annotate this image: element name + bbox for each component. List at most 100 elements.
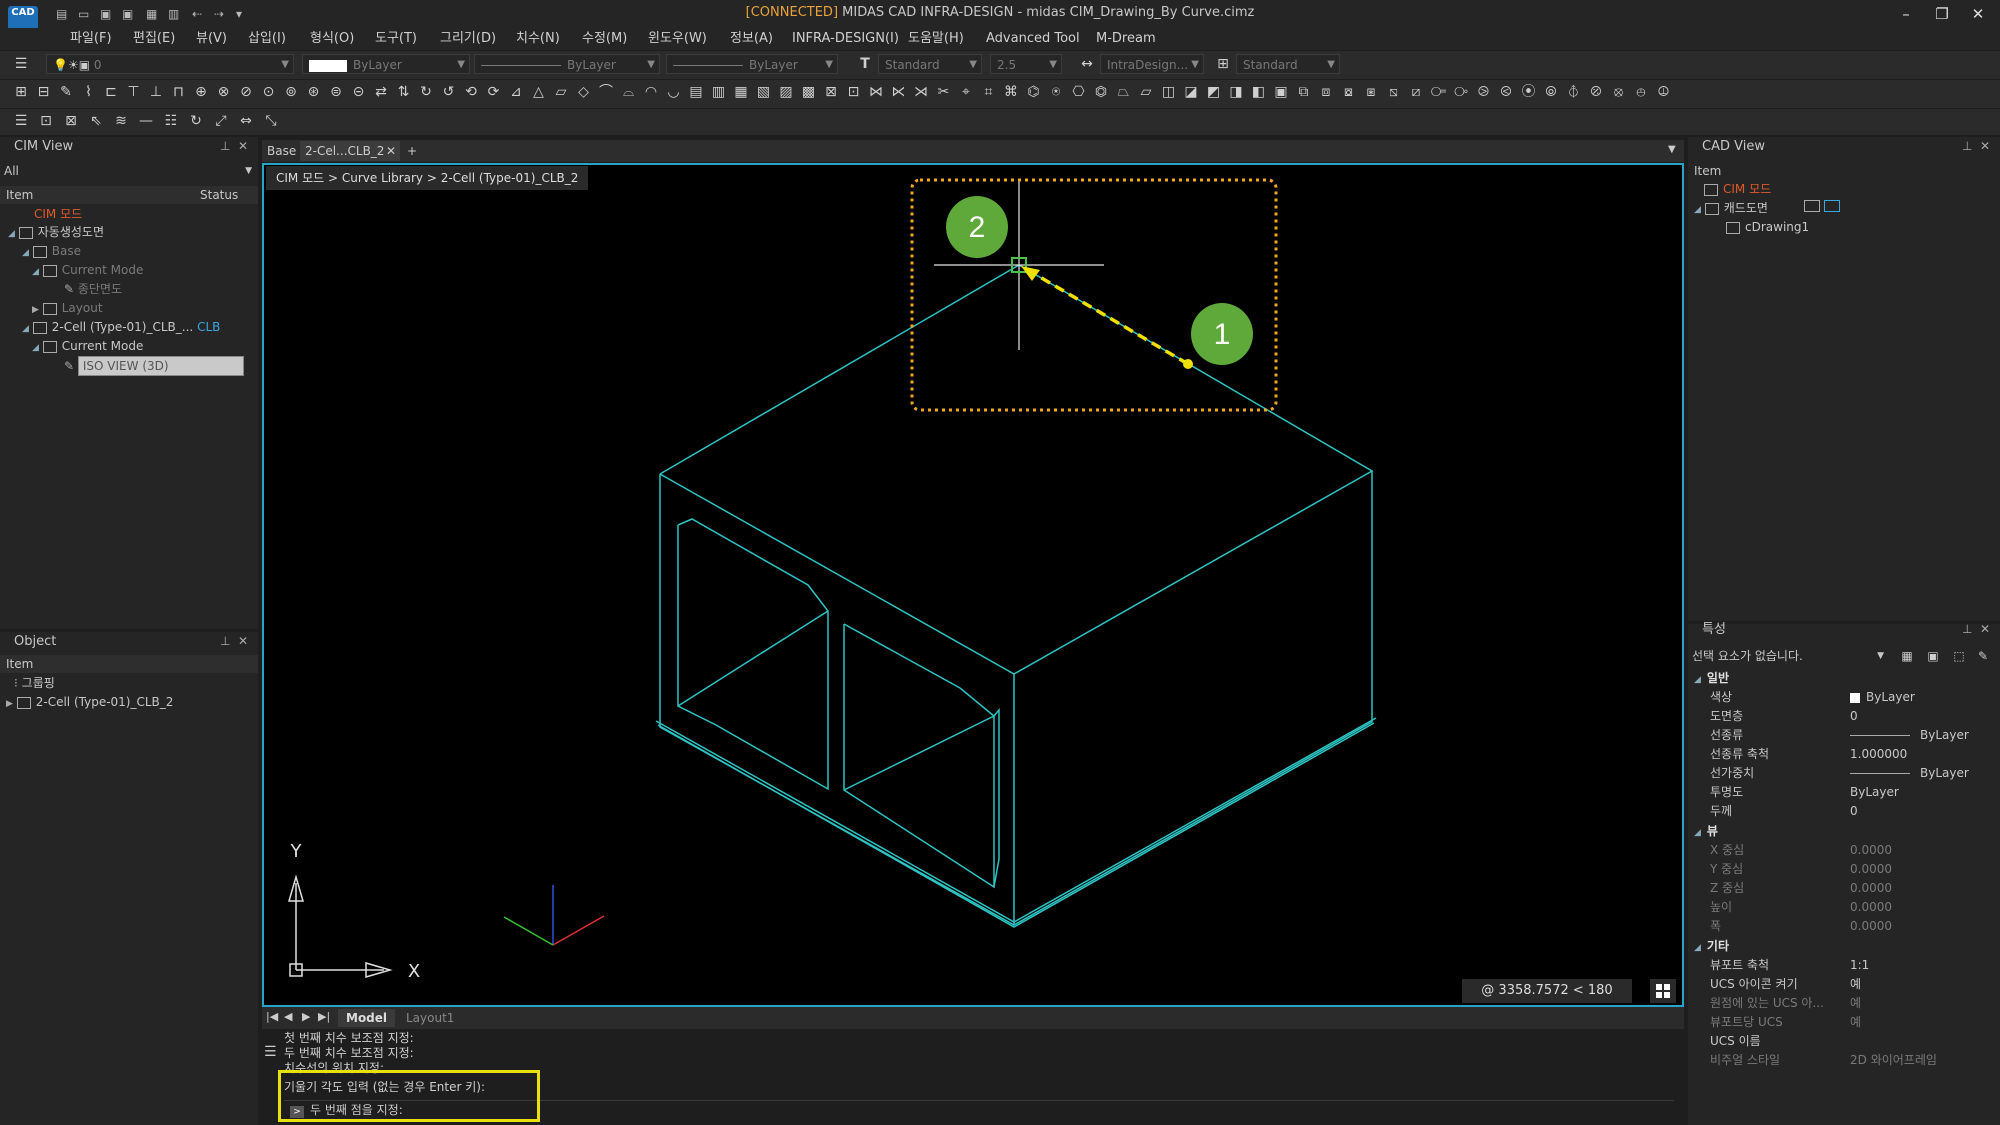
toolbar-tool-icon[interactable]: ▱ bbox=[552, 84, 570, 100]
toolbar-tool-icon[interactable]: ◨ bbox=[1227, 84, 1245, 100]
tree-node-current-mode-2[interactable]: ◢ Current Mode bbox=[32, 337, 143, 355]
property-row[interactable]: 투명도 ByLayer bbox=[1690, 783, 1996, 802]
toolbar-tool-icon[interactable]: ▩ bbox=[800, 84, 818, 100]
menu-insert[interactable]: 삽입(I) bbox=[248, 28, 286, 50]
text-height-dropdown[interactable]: 2.5 ▼ bbox=[990, 54, 1062, 74]
text-style-dropdown[interactable]: Standard ▼ bbox=[878, 54, 982, 74]
property-row[interactable]: UCS 이름 bbox=[1690, 1032, 1996, 1051]
toolbar-tool-icon[interactable]: ◩ bbox=[1205, 84, 1223, 100]
toolbar-tool-icon[interactable]: ⊡ bbox=[845, 84, 863, 100]
toolbar-tool-icon[interactable]: ▥ bbox=[710, 84, 728, 100]
menu-infra-design[interactable]: INFRA-DESIGN(I) bbox=[792, 28, 899, 50]
close-tab-icon[interactable]: ✕ bbox=[386, 141, 396, 161]
toolbar-tool-icon[interactable]: ◡ bbox=[665, 84, 683, 100]
tree-node-base[interactable]: ◢ Base bbox=[22, 242, 81, 260]
toolbar-tool-icon[interactable]: ⧁ bbox=[1475, 84, 1493, 100]
toolbar-tool-icon[interactable]: ⦻ bbox=[1610, 84, 1628, 100]
toolbar-tool-icon[interactable]: ▤ bbox=[687, 84, 705, 100]
cim-filter-dropdown[interactable]: All ▼ bbox=[4, 162, 254, 180]
toolbar-tool-icon[interactable]: ◧ bbox=[1250, 84, 1268, 100]
prev-tab-nav-icon[interactable]: ◀ bbox=[284, 1010, 292, 1023]
toolbar-tool-icon[interactable]: ⊜ bbox=[327, 84, 345, 100]
toolbar-tool-icon[interactable]: ◇ bbox=[575, 84, 593, 100]
toolbar-tool-icon[interactable]: ↺ bbox=[440, 84, 458, 100]
property-row[interactable]: 높이 0.0000 bbox=[1690, 898, 1996, 917]
viewport-layout-icon[interactable] bbox=[1650, 979, 1676, 1003]
minimize-button[interactable]: – bbox=[1892, 4, 1920, 24]
tree-node-current-mode[interactable]: ◢ Current Mode bbox=[32, 261, 143, 279]
toolbar-tool-icon[interactable]: ⦺ bbox=[1632, 84, 1650, 100]
toolbar-tool-icon[interactable]: ⇅ bbox=[395, 84, 413, 100]
toolbar-tool-icon[interactable]: ⦹ bbox=[1655, 84, 1673, 100]
tree-node-iso-view[interactable]: ✎ ISO VIEW (3D) bbox=[64, 356, 244, 376]
toolbar-tool-icon[interactable]: ⊓ bbox=[170, 84, 188, 100]
toolbar-tool-icon[interactable]: ⌓ bbox=[620, 84, 638, 100]
toolbar-tool-icon[interactable]: ⟲ bbox=[462, 84, 480, 100]
toolbar-tool-icon[interactable]: ⇄ bbox=[372, 84, 390, 100]
linetype-dropdown[interactable]: ByLayer ▼ bbox=[474, 54, 660, 74]
close-window-button[interactable]: ✕ bbox=[1964, 4, 1992, 24]
toolbar-tool-icon[interactable]: ⊤ bbox=[125, 84, 143, 100]
pin-icon[interactable]: ⊥ bbox=[1962, 622, 1972, 636]
toolbar-tool-icon[interactable]: ⋈ bbox=[867, 84, 885, 100]
property-group-header[interactable]: ◢ 뷰 bbox=[1690, 821, 1996, 841]
property-row[interactable]: UCS 아이콘 켜기 예 bbox=[1690, 975, 1996, 994]
toolbar-tool-icon[interactable]: ⍟ bbox=[1047, 84, 1065, 100]
view-tool-icon[interactable]: ⤡ bbox=[262, 113, 280, 129]
toolbar-tool-icon[interactable]: ⌒ bbox=[597, 84, 615, 100]
add-tab-button[interactable]: + bbox=[402, 141, 422, 161]
toolbar-tool-icon[interactable]: ⏥ bbox=[1137, 84, 1155, 100]
menu-window[interactable]: 윈도우(W) bbox=[648, 28, 707, 50]
toolbar-tool-icon[interactable]: ⊿ bbox=[507, 84, 525, 100]
tab-base[interactable]: Base bbox=[262, 141, 302, 161]
toolbar-tool-icon[interactable]: ⟳ bbox=[485, 84, 503, 100]
view-tool-icon[interactable]: ⊡ bbox=[37, 113, 55, 129]
menu-advanced-tool[interactable]: Advanced Tool bbox=[986, 28, 1080, 50]
toolbar-tool-icon[interactable]: ⊕ bbox=[192, 84, 210, 100]
toolbar-tool-icon[interactable]: ⏢ bbox=[1115, 84, 1133, 100]
cad-cim-mode-label[interactable]: CIM 모드 bbox=[1704, 180, 1771, 198]
property-row[interactable]: 폭 0.0000 bbox=[1690, 917, 1996, 936]
layer-manager-icon[interactable]: ☰ bbox=[12, 56, 30, 72]
toolbar-tool-icon[interactable]: △ bbox=[530, 84, 548, 100]
toolbar-tool-icon[interactable]: ⧃ bbox=[1430, 84, 1448, 100]
property-row[interactable]: 색상 ByLayer bbox=[1690, 688, 1996, 707]
toolbar-tool-icon[interactable]: ◠ bbox=[642, 84, 660, 100]
toolbar-tool-icon[interactable]: ⧀ bbox=[1497, 84, 1515, 100]
property-row[interactable]: 뷰포트 축척 1:1 bbox=[1690, 956, 1996, 975]
menu-m-dream[interactable]: M-Dream bbox=[1096, 28, 1156, 50]
menu-modify[interactable]: 수정(M) bbox=[582, 28, 627, 50]
menu-dimension[interactable]: 치수(N) bbox=[516, 28, 560, 50]
property-row[interactable]: 뷰포트당 UCS 예 bbox=[1690, 1013, 1996, 1032]
tree-node-layout[interactable]: ▶ Layout bbox=[32, 299, 103, 317]
view-tool-icon[interactable]: ⇖ bbox=[87, 113, 105, 129]
quick-select-icon[interactable]: ▦ bbox=[1898, 648, 1916, 664]
property-row[interactable]: 비주얼 스타일 2D 와이어프레임 bbox=[1690, 1051, 1996, 1070]
toolbar-tool-icon[interactable]: ⧉ bbox=[1295, 84, 1313, 100]
toolbar-tool-icon[interactable]: ⌬ bbox=[1025, 84, 1043, 100]
menu-file[interactable]: 파일(F) bbox=[70, 28, 112, 50]
tab-list-dropdown-icon[interactable]: ▼ bbox=[1668, 144, 1676, 155]
toolbar-tool-icon[interactable]: ⎔ bbox=[1070, 84, 1088, 100]
view-tool-icon[interactable]: ☷ bbox=[162, 113, 180, 129]
toolbar-tool-icon[interactable]: ⦿ bbox=[1520, 84, 1538, 100]
property-row[interactable]: Z 중심 0.0000 bbox=[1690, 879, 1996, 898]
toolbar-tool-icon[interactable]: ⧂ bbox=[1452, 84, 1470, 100]
pin-icon[interactable]: ⊥ bbox=[1962, 139, 1972, 153]
tree-node-auto-drawing[interactable]: ◢ 자동생성도면 bbox=[8, 223, 104, 241]
menu-tools[interactable]: 도구(T) bbox=[375, 28, 417, 50]
menu-format[interactable]: 형식(O) bbox=[310, 28, 354, 50]
view-tool-icon[interactable]: ≋ bbox=[112, 113, 130, 129]
tab-model[interactable]: Model bbox=[338, 1009, 396, 1027]
toolbar-tool-icon[interactable]: ⊠ bbox=[822, 84, 840, 100]
property-row[interactable]: 선가중치 ByLayer bbox=[1690, 764, 1996, 783]
property-row[interactable]: 도면층 0 bbox=[1690, 707, 1996, 726]
command-menu-icon[interactable]: ☰ bbox=[264, 1044, 277, 1060]
toolbar-tool-icon[interactable]: ⊗ bbox=[215, 84, 233, 100]
last-tab-nav-icon[interactable]: ▶| bbox=[318, 1010, 330, 1023]
toolbar-tool-icon[interactable]: ▣ bbox=[1272, 84, 1290, 100]
menu-view[interactable]: 뷰(V) bbox=[196, 28, 227, 50]
property-row[interactable]: 선종류 ByLayer bbox=[1690, 726, 1996, 745]
toolbar-tool-icon[interactable]: ⊟ bbox=[35, 84, 53, 100]
pin-icon[interactable]: ⊥ bbox=[220, 139, 230, 153]
